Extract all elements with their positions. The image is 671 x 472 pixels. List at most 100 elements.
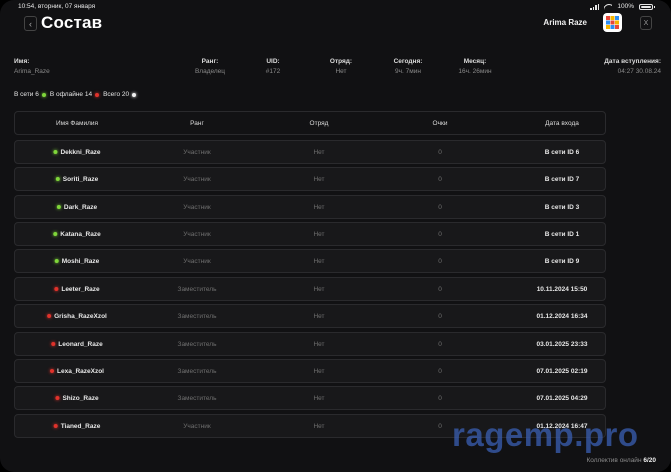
member-squad: Нет <box>313 340 325 348</box>
battery-icon <box>639 3 655 10</box>
member-rank: Участник <box>183 175 211 183</box>
header-date[interactable]: Дата входа <box>545 112 579 134</box>
online-counter: В сети 6 <box>14 91 46 98</box>
member-name-cell: Leonard_Raze <box>51 333 103 355</box>
member-name: Katana_Raze <box>60 230 101 238</box>
status-time: 10:54, вторник, 07 января <box>18 3 96 10</box>
table-row[interactable]: Shizo_Raze Заместитель Нет 0 07.01.2025 04:2… <box>14 386 606 410</box>
status-dot-icon <box>50 369 55 373</box>
member-squad: Нет <box>313 257 325 265</box>
info-joined-value: 04:27 30.08.24 <box>617 68 661 75</box>
info-name-value: Arima_Raze <box>14 68 50 75</box>
member-last-login: В сети ID 9 <box>544 257 580 265</box>
footer-label: Коллектив онлайн <box>586 457 642 464</box>
member-last-login: 10.11.2024 15:50 <box>536 285 588 293</box>
member-points: 0 <box>438 312 442 320</box>
member-name: Leeter_Raze <box>61 285 100 293</box>
member-squad: Нет <box>313 312 325 320</box>
status-dot-icon <box>53 232 58 236</box>
cellular-signal-icon <box>590 3 600 10</box>
member-last-login: В сети ID 7 <box>544 175 580 183</box>
online-dot-icon <box>41 92 46 97</box>
table-row[interactable]: Soriti_Raze Участник Нет 0 В сети ID 7 <box>14 167 606 191</box>
info-rank: Ранг: Владелец <box>190 58 230 75</box>
header-points[interactable]: Очки <box>433 112 448 134</box>
info-today-label: Сегодня: <box>393 58 423 65</box>
header-rank[interactable]: Ранг <box>190 112 204 134</box>
member-name-cell: Katana_Raze <box>53 223 101 245</box>
status-dot-icon <box>51 342 56 346</box>
info-joined-label: Дата вступления: <box>604 58 661 65</box>
member-name: Dark_Raze <box>63 203 98 211</box>
member-points: 0 <box>438 285 442 293</box>
member-rank: Участник <box>183 203 211 211</box>
member-last-login: 01.12.2024 16:34 <box>536 312 588 320</box>
online-count-label: В сети 6 <box>14 91 39 98</box>
info-uid-value: #172 <box>265 68 281 75</box>
battery-percent: 100% <box>617 3 634 10</box>
member-name-cell: Tianed_Raze <box>53 415 101 437</box>
table-row[interactable]: Katana_Raze Участник Нет 0 В сети ID 1 <box>14 222 606 246</box>
member-rank: Заместитель <box>177 340 217 348</box>
info-squad-value: Нет <box>335 68 347 75</box>
member-rank: Заместитель <box>177 285 217 293</box>
total-dot-icon <box>132 92 137 97</box>
header-name[interactable]: Имя Фамилия <box>56 112 98 134</box>
member-squad: Нет <box>313 148 325 156</box>
info-squad-label: Отряд: <box>329 58 353 65</box>
member-squad: Нет <box>313 175 325 183</box>
member-points: 0 <box>438 422 442 430</box>
member-squad: Нет <box>313 285 325 293</box>
member-last-login: В сети ID 3 <box>544 203 580 211</box>
member-points: 0 <box>438 340 442 348</box>
back-button[interactable]: ‹ <box>24 16 37 31</box>
member-last-login: 03.01.2025 23:33 <box>536 340 588 348</box>
table-row[interactable]: Grisha_RazeXzol Заместитель Нет 0 01.12.2024… <box>14 304 606 328</box>
info-month: Месяц: 16ч. 26мин <box>453 58 497 75</box>
member-name: Tianed_Raze <box>60 422 101 430</box>
status-dot-icon <box>54 259 59 263</box>
member-points: 0 <box>438 257 442 265</box>
table-row[interactable]: Moshi_Raze Участник Нет 0 В сети ID 9 <box>14 249 606 273</box>
member-name-cell: Dekkni_Raze <box>53 141 101 163</box>
app-window: 10:54, вторник, 07 января 100% ‹ Состав … <box>0 0 671 472</box>
member-name-cell: Dark_Raze <box>56 196 98 218</box>
member-name-cell: Moshi_Raze <box>54 250 99 272</box>
member-last-login: 07.01.2025 04:29 <box>536 394 588 402</box>
member-name-cell: Soriti_Raze <box>55 168 99 190</box>
member-name: Leonard_Raze <box>58 340 103 348</box>
member-name: Soriti_Raze <box>62 175 99 183</box>
member-name: Grisha_RazeXzol <box>54 312 107 320</box>
member-rank: Заместитель <box>177 367 217 375</box>
status-dot-icon <box>53 424 58 428</box>
status-dot-icon <box>53 150 58 154</box>
info-name-label: Имя: <box>14 58 30 65</box>
page-title: Состав <box>41 13 103 32</box>
member-rank: Участник <box>183 230 211 238</box>
member-counters: В сети 6 В офлайне 14 Всего 20 <box>14 91 137 98</box>
info-month-value: 16ч. 26мин <box>458 68 492 75</box>
info-squad: Отряд: Нет <box>326 58 356 75</box>
status-dot-icon <box>56 205 61 209</box>
table-row[interactable]: Leeter_Raze Заместитель Нет 0 10.11.2024 15:… <box>14 277 606 301</box>
member-squad: Нет <box>313 422 325 430</box>
info-month-label: Месяц: <box>463 58 487 65</box>
offline-count-label: В офлайне 14 <box>49 91 93 98</box>
members-table: Имя Фамилия Ранг Отряд Очки Дата входа D… <box>14 111 606 438</box>
table-row[interactable]: Dekkni_Raze Участник Нет 0 В сети ID 6 <box>14 140 606 164</box>
table-row[interactable]: Lexa_RazeXzol Заместитель Нет 0 07.01.2025 0… <box>14 359 606 383</box>
table-row[interactable]: Dark_Raze Участник Нет 0 В сети ID 3 <box>14 195 606 219</box>
wifi-icon <box>604 4 612 10</box>
app-logo-icon <box>603 13 622 32</box>
offline-counter: В офлайне 14 <box>49 91 100 98</box>
member-name: Lexa_RazeXzol <box>57 367 104 375</box>
status-dot-icon <box>47 314 52 318</box>
table-row[interactable]: Leonard_Raze Заместитель Нет 0 03.01.2025 23… <box>14 332 606 356</box>
member-name-cell: Leeter_Raze <box>54 278 100 300</box>
member-rank: Участник <box>183 257 211 265</box>
close-button[interactable]: X <box>640 16 652 30</box>
total-count-label: Всего 20 <box>103 91 130 98</box>
info-rank-label: Ранг: <box>201 58 219 65</box>
member-rank: Заместитель <box>177 312 217 320</box>
header-squad[interactable]: Отряд <box>310 112 329 134</box>
